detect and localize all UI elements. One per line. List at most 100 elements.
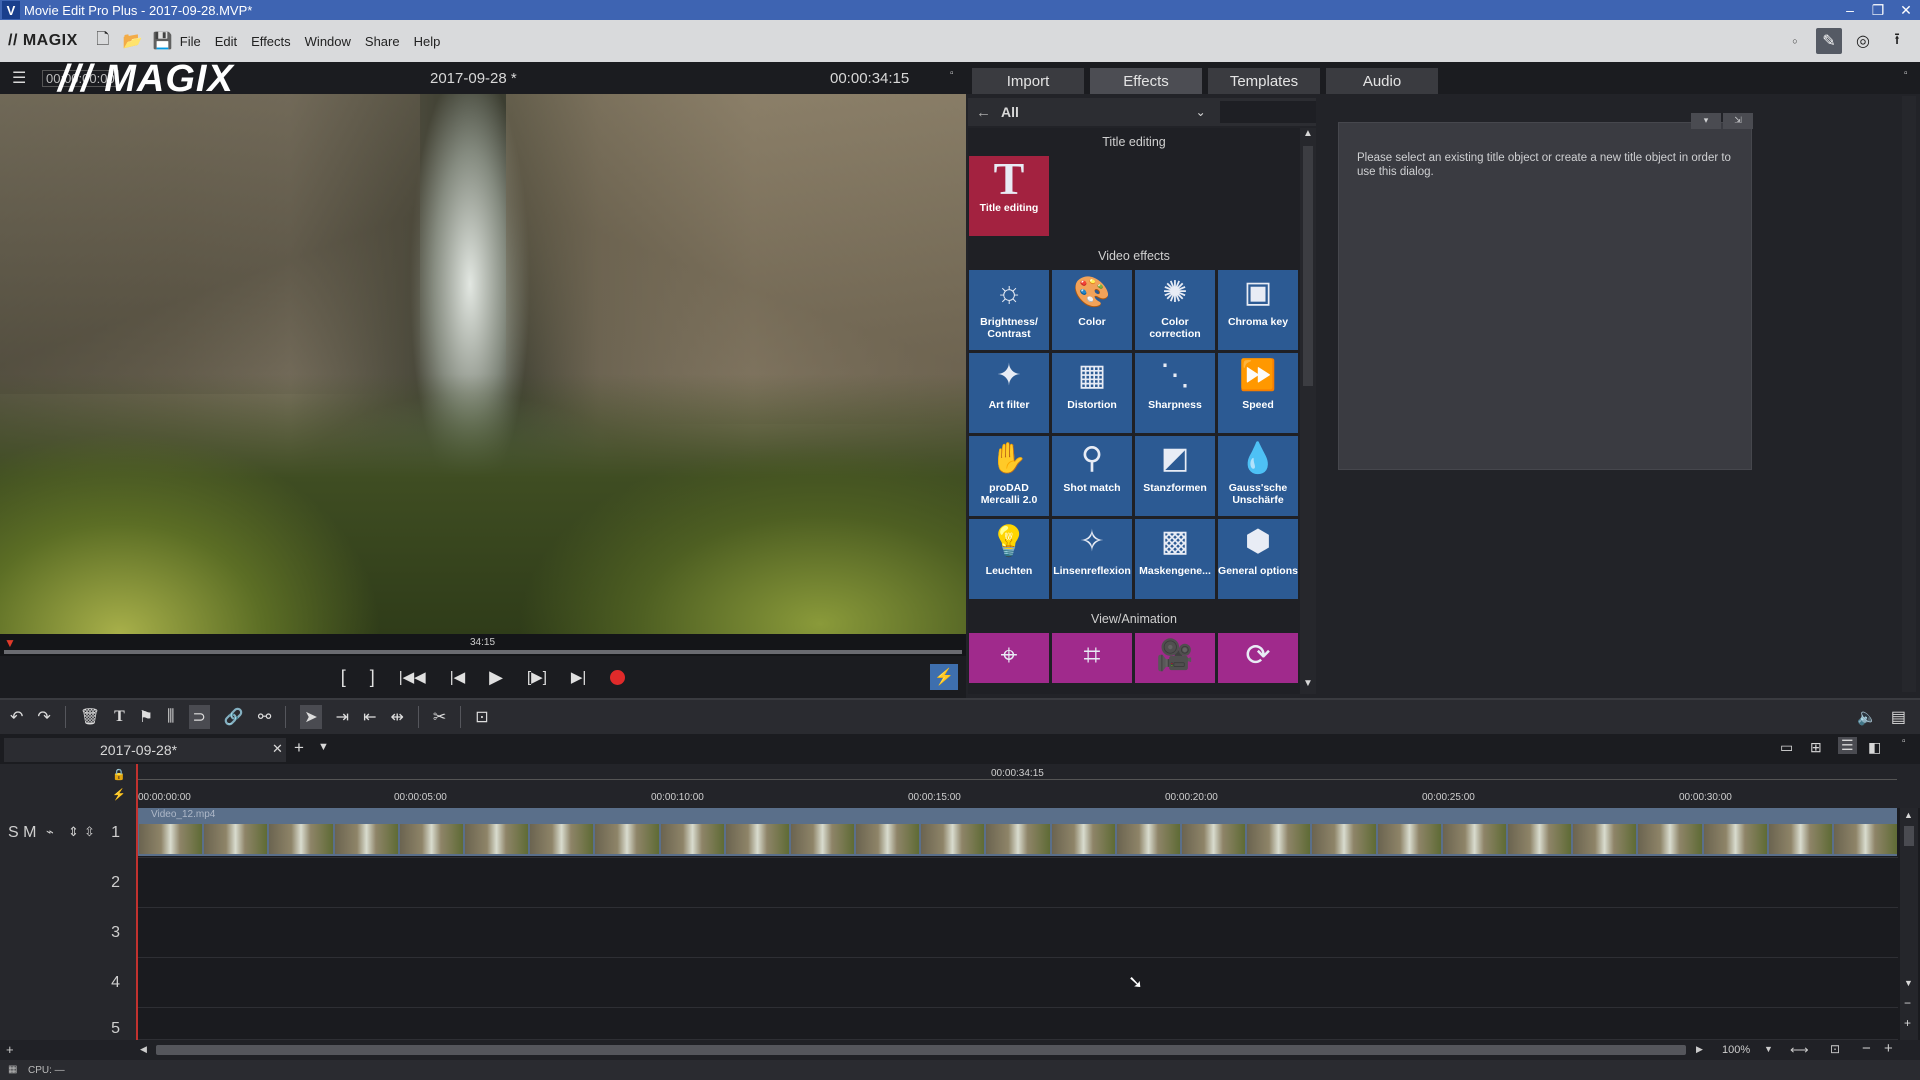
tile-motion-path[interactable]: ⌖ bbox=[969, 633, 1049, 683]
track-expand-icon[interactable]: ⇳ bbox=[84, 824, 95, 840]
marker-icon[interactable]: ⚑ bbox=[139, 707, 153, 727]
tile-camera-pan[interactable]: 🎥 bbox=[1135, 633, 1215, 683]
target-icon[interactable]: ◎ bbox=[1850, 28, 1876, 54]
close-tab-icon[interactable]: ✕ bbox=[272, 741, 283, 757]
close-button[interactable]: ✕ bbox=[1892, 2, 1920, 19]
tile-general-options[interactable]: ⬢ General options bbox=[1218, 519, 1298, 599]
menu-help[interactable]: Help bbox=[414, 34, 441, 49]
dot-icon[interactable]: ○ bbox=[1782, 28, 1808, 54]
record-button[interactable] bbox=[610, 669, 626, 685]
playhead[interactable] bbox=[136, 764, 138, 1040]
zoom-in-icon[interactable]: + bbox=[1884, 1040, 1893, 1057]
scroll-right-icon[interactable]: ▶ bbox=[1696, 1044, 1703, 1055]
go-to-end-button[interactable]: ▶| bbox=[571, 668, 586, 686]
menu-window[interactable]: Window bbox=[305, 34, 351, 49]
scrub-start-marker[interactable]: ▼ bbox=[4, 636, 16, 650]
zoom-out-track-icon[interactable]: − bbox=[1904, 996, 1911, 1010]
tile-sharpness[interactable]: ⋱ Sharpness bbox=[1135, 353, 1215, 433]
export-frame-icon[interactable]: ⊡ bbox=[475, 707, 488, 727]
tile-gauss-blur[interactable]: 💧 Gauss'sche Unschärfe bbox=[1218, 436, 1298, 516]
effects-search-input[interactable] bbox=[1219, 101, 1316, 123]
unlink-icon[interactable]: ⚯ bbox=[258, 707, 271, 727]
lock-icon[interactable]: 🔒 bbox=[112, 768, 126, 781]
tile-color-correction[interactable]: ✺ Color correction bbox=[1135, 270, 1215, 350]
menu-share[interactable]: Share bbox=[365, 34, 400, 49]
volume-icon[interactable]: 🔈 bbox=[1857, 707, 1877, 727]
cut-icon[interactable]: ✂ bbox=[433, 707, 446, 727]
mark-out-button[interactable]: ] bbox=[370, 667, 375, 688]
track-row[interactable]: 3 bbox=[0, 908, 1898, 958]
tile-chroma-key[interactable]: ▣ Chroma key bbox=[1218, 270, 1298, 350]
preview-video[interactable] bbox=[0, 94, 966, 634]
video-clip[interactable]: Video_12.mp4 bbox=[137, 808, 1898, 856]
mixer-icon[interactable]: ▤ bbox=[1891, 707, 1906, 727]
project-tab[interactable]: 2017-09-28* ✕ bbox=[4, 738, 286, 762]
scroll-up-icon[interactable]: ▲ bbox=[1303, 128, 1313, 139]
vscroll-up-icon[interactable]: ▲ bbox=[1904, 810, 1913, 820]
solo-mute-controls[interactable]: S M bbox=[8, 824, 36, 842]
loop-icon[interactable]: ⊃ bbox=[188, 705, 210, 729]
tile-crop[interactable]: ⌗ bbox=[1052, 633, 1132, 683]
view-timeline-icon[interactable]: ☰ bbox=[1838, 737, 1857, 754]
timeline-ruler[interactable]: 🔒 ⚡ 00:00:34:15 00:00:00:00 00:00:05:00 … bbox=[0, 764, 1920, 808]
add-tab-icon[interactable]: + bbox=[294, 738, 304, 758]
effects-scroll-thumb[interactable] bbox=[1303, 146, 1313, 386]
tab-dropdown-icon[interactable]: ▼ bbox=[318, 741, 329, 753]
vscroll-down-icon[interactable]: ▼ bbox=[1904, 978, 1913, 988]
tile-title-editing[interactable]: T Title editing bbox=[969, 156, 1049, 236]
panel-maximize-icon[interactable]: ▫ bbox=[1904, 68, 1908, 79]
tile-prodad-mercalli[interactable]: ✋ proDAD Mercalli 2.0 bbox=[969, 436, 1049, 516]
link-icon[interactable]: 🔗 bbox=[224, 707, 244, 727]
upload-icon[interactable]: ⭱ bbox=[1884, 28, 1910, 54]
tile-art-filter[interactable]: ✦ Art filter bbox=[969, 353, 1049, 433]
tile-brightness-contrast[interactable]: ☼ Brightness/ Contrast bbox=[969, 270, 1049, 350]
play-range-button[interactable]: [▶] bbox=[527, 668, 547, 686]
view-storyboard-icon[interactable]: ▭ bbox=[1780, 739, 1793, 756]
scrub-track[interactable] bbox=[4, 650, 962, 654]
maximize-preview-icon[interactable]: ▫ bbox=[950, 68, 954, 79]
tile-stanzformen[interactable]: ◩ Stanzformen bbox=[1135, 436, 1215, 516]
track-row[interactable]: 2 bbox=[0, 858, 1898, 908]
right-panel-scrollbar[interactable] bbox=[1902, 96, 1916, 692]
scroll-left-icon[interactable]: ◀ bbox=[140, 1044, 147, 1055]
previous-frame-button[interactable]: |◀ bbox=[450, 668, 465, 686]
zoom-dropdown-icon[interactable]: ▼ bbox=[1764, 1044, 1773, 1054]
view-multicam-icon[interactable]: ◧ bbox=[1868, 739, 1881, 756]
tab-effects[interactable]: Effects bbox=[1090, 68, 1202, 94]
tile-speed[interactable]: ⏩ Speed bbox=[1218, 353, 1298, 433]
tile-linsenreflexion[interactable]: ✧ Linsenreflexion bbox=[1052, 519, 1132, 599]
new-file-icon[interactable]: 🗋 bbox=[90, 28, 116, 54]
back-arrow-icon[interactable]: ← bbox=[976, 104, 991, 121]
menu-edit[interactable]: Edit bbox=[215, 34, 237, 49]
save-icon[interactable]: 💾 bbox=[150, 28, 176, 54]
tile-color[interactable]: 🎨 Color bbox=[1052, 270, 1132, 350]
hscroll-thumb[interactable] bbox=[156, 1045, 1686, 1055]
open-folder-icon[interactable]: 📂 bbox=[120, 28, 146, 54]
tab-templates[interactable]: Templates bbox=[1208, 68, 1320, 94]
hamburger-icon[interactable]: ☰ bbox=[12, 68, 26, 88]
fit-width-icon[interactable]: ⟷ bbox=[1790, 1042, 1809, 1058]
timeline-vscroll[interactable]: ▲ ▼ − + bbox=[1900, 808, 1918, 1040]
tab-import[interactable]: Import bbox=[972, 68, 1084, 94]
undo-icon[interactable]: ↶ bbox=[10, 707, 23, 727]
track-height-icon[interactable]: ⇕ bbox=[68, 824, 79, 840]
redo-icon[interactable]: ↷ bbox=[37, 707, 50, 727]
add-track-icon[interactable]: + bbox=[6, 1042, 14, 1057]
vscroll-thumb[interactable] bbox=[1904, 826, 1914, 846]
scroll-down-icon[interactable]: ▼ bbox=[1303, 678, 1313, 689]
timeline-hscroll[interactable]: + ◀ ▶ 100% ▼ ⟷ ⊡ − + bbox=[0, 1040, 1920, 1060]
track-lock-icon[interactable]: ⌁ bbox=[46, 824, 54, 840]
tile-maskengenerator[interactable]: ▩ Maskengene... bbox=[1135, 519, 1215, 599]
split-icon[interactable]: ⫼ bbox=[167, 708, 174, 726]
edit-mode-icon[interactable]: ✎ bbox=[1816, 28, 1842, 54]
track-row[interactable]: S M ⌁ ⇕ ⇳ 1 Video_12.mp4 bbox=[0, 808, 1898, 858]
zoom-in-track-icon[interactable]: + bbox=[1904, 1016, 1911, 1030]
category-select[interactable]: All bbox=[1001, 104, 1188, 120]
lightning-icon[interactable]: ⚡ bbox=[930, 664, 958, 690]
tile-shot-match[interactable]: ⚲ Shot match bbox=[1052, 436, 1132, 516]
menu-file[interactable]: File bbox=[180, 34, 201, 49]
menu-effects[interactable]: Effects bbox=[251, 34, 291, 49]
dialog-expand-icon[interactable]: ⇲ bbox=[1723, 113, 1753, 129]
zoom-fit-icon[interactable]: ⊡ bbox=[1830, 1042, 1840, 1056]
select-track-icon[interactable]: ⇤ bbox=[363, 707, 376, 727]
